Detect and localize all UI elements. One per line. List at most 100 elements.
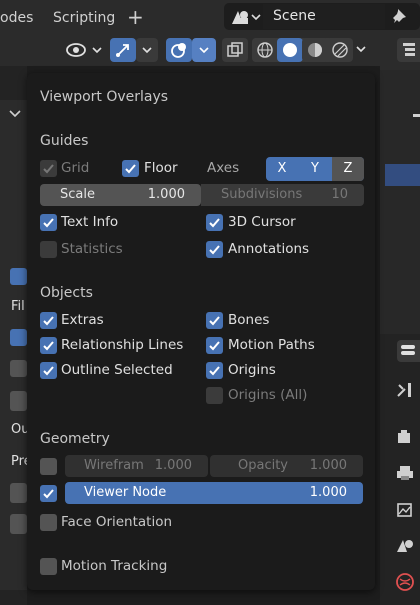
left-checkbox-2[interactable] [10, 329, 27, 346]
motion-paths-checkbox[interactable] [206, 337, 223, 354]
shading-material-button[interactable] [302, 38, 328, 62]
axis-x-toggle[interactable]: X [266, 157, 298, 181]
chevron-down-icon [199, 47, 209, 54]
motion-tracking-checkbox[interactable] [40, 558, 57, 575]
annotations-checkbox[interactable] [206, 241, 223, 258]
subdivisions-field[interactable]: Subdivisions 10 [201, 184, 364, 206]
gizmo-toggle-button[interactable] [110, 38, 136, 62]
relationship-lines-checkbox[interactable] [40, 337, 57, 354]
origins-all-checkbox[interactable] [206, 387, 223, 404]
world-tab[interactable] [394, 571, 416, 593]
scene-props-icon [397, 540, 413, 552]
render-tab[interactable] [394, 426, 416, 448]
scene-icon [232, 11, 261, 24]
viewer-node-checkbox[interactable] [40, 485, 57, 502]
view-layer-tab[interactable] [394, 498, 416, 520]
tab-geometry-nodes[interactable]: odes [0, 0, 33, 34]
shading-rendered-button[interactable] [327, 38, 353, 62]
outline-selected-label: Outline Selected [61, 362, 173, 378]
scene-browse-button[interactable] [228, 6, 262, 28]
world-icon [396, 573, 414, 591]
bones-checkbox[interactable] [206, 312, 223, 329]
checkmark-icon [43, 164, 54, 174]
extras-checkbox[interactable] [40, 312, 57, 329]
checkmark-icon [209, 341, 220, 351]
bones-label: Bones [228, 312, 270, 328]
popover-title: Viewport Overlays [40, 89, 169, 105]
left-checkbox-3[interactable] [10, 360, 27, 377]
tab-scripting[interactable]: Scripting [53, 0, 115, 34]
right-panel [380, 34, 420, 605]
overlays-toggle-button[interactable] [166, 38, 192, 62]
scene-name-field[interactable]: Scene [263, 4, 385, 29]
origins-all-label: Origins (All) [228, 387, 308, 403]
objects-heading: Objects [40, 285, 93, 301]
scale-label: Scale [60, 187, 95, 202]
annotations-label: Annotations [228, 241, 310, 257]
relationship-lines-label: Relationship Lines [61, 337, 184, 353]
shading-wireframe-button[interactable] [252, 38, 278, 62]
guides-heading: Guides [40, 133, 89, 149]
shading-solid-button[interactable] [277, 38, 303, 62]
3d-cursor-label: 3D Cursor [228, 214, 296, 230]
wireframe-label: Wirefram [84, 458, 144, 473]
visibility-selectability-button[interactable] [64, 38, 104, 62]
axis-z-toggle[interactable]: Z [332, 157, 364, 181]
checkmark-icon [209, 245, 220, 255]
face-orientation-checkbox[interactable] [40, 514, 57, 531]
shading-dropdown-button[interactable] [354, 42, 370, 58]
axis-y-toggle[interactable]: Y [299, 157, 331, 181]
xray-toggle-button[interactable] [222, 38, 248, 62]
wireframe-field[interactable]: Wirefram 1.000 [65, 455, 208, 477]
viewer-node-label: Viewer Node [84, 485, 167, 500]
scale-field[interactable]: Scale 1.000 [40, 184, 201, 206]
scene-tab[interactable] [394, 534, 416, 556]
wireframe-value: 1.000 [154, 458, 192, 473]
camera-back-icon [398, 430, 410, 443]
grid-checkbox[interactable] [40, 160, 57, 177]
solid-sphere-icon [283, 43, 297, 57]
checkmark-icon [43, 341, 54, 351]
left-field-2[interactable] [10, 483, 27, 503]
overlays-dropdown-button[interactable] [192, 38, 216, 62]
outliner-filter-button[interactable] [397, 38, 420, 62]
text-info-checkbox[interactable] [40, 214, 57, 231]
checkmark-icon [43, 489, 54, 499]
left-field-3[interactable] [10, 514, 27, 534]
left-label-file: Fil [11, 299, 25, 314]
subdivisions-label: Subdivisions [221, 187, 303, 202]
statistics-checkbox[interactable] [40, 241, 57, 258]
pin-scene-button[interactable] [390, 6, 412, 28]
wrench-screwdriver-icon [397, 383, 411, 397]
left-field-1[interactable] [10, 391, 27, 411]
wireframe-sphere-icon [257, 42, 273, 58]
properties-icon [401, 345, 415, 355]
material-sphere-icon [308, 43, 322, 57]
geometry-heading: Geometry [40, 431, 110, 447]
origins-label: Origins [228, 362, 276, 378]
origins-checkbox[interactable] [206, 362, 223, 379]
text-info-label: Text Info [61, 214, 119, 230]
add-workspace-button[interactable]: + [127, 0, 144, 34]
rendered-sphere-icon [332, 42, 348, 58]
outline-selected-checkbox[interactable] [40, 362, 57, 379]
checkmark-icon [209, 366, 220, 376]
output-tab[interactable] [394, 462, 416, 484]
xray-icon [227, 42, 243, 57]
opacity-field[interactable]: Opacity 1.000 [210, 455, 363, 477]
tool-tab[interactable] [394, 379, 416, 401]
wireframe-checkbox[interactable] [40, 458, 57, 475]
outliner-selected-row[interactable] [385, 164, 420, 186]
collapse-panel-button[interactable] [8, 108, 22, 120]
opacity-value: 1.000 [309, 458, 347, 473]
subdivisions-value: 10 [331, 187, 348, 202]
extras-label: Extras [61, 312, 104, 328]
floor-checkbox[interactable] [122, 160, 139, 177]
left-checkbox-1[interactable] [10, 268, 27, 285]
properties-editor-button[interactable] [397, 340, 420, 362]
viewer-node-field[interactable]: Viewer Node 1.000 [65, 482, 363, 504]
checkmark-icon [125, 164, 136, 174]
opacity-label: Opacity [238, 458, 289, 473]
gizmo-dropdown-button[interactable] [136, 38, 158, 62]
3d-cursor-checkbox[interactable] [206, 214, 223, 231]
